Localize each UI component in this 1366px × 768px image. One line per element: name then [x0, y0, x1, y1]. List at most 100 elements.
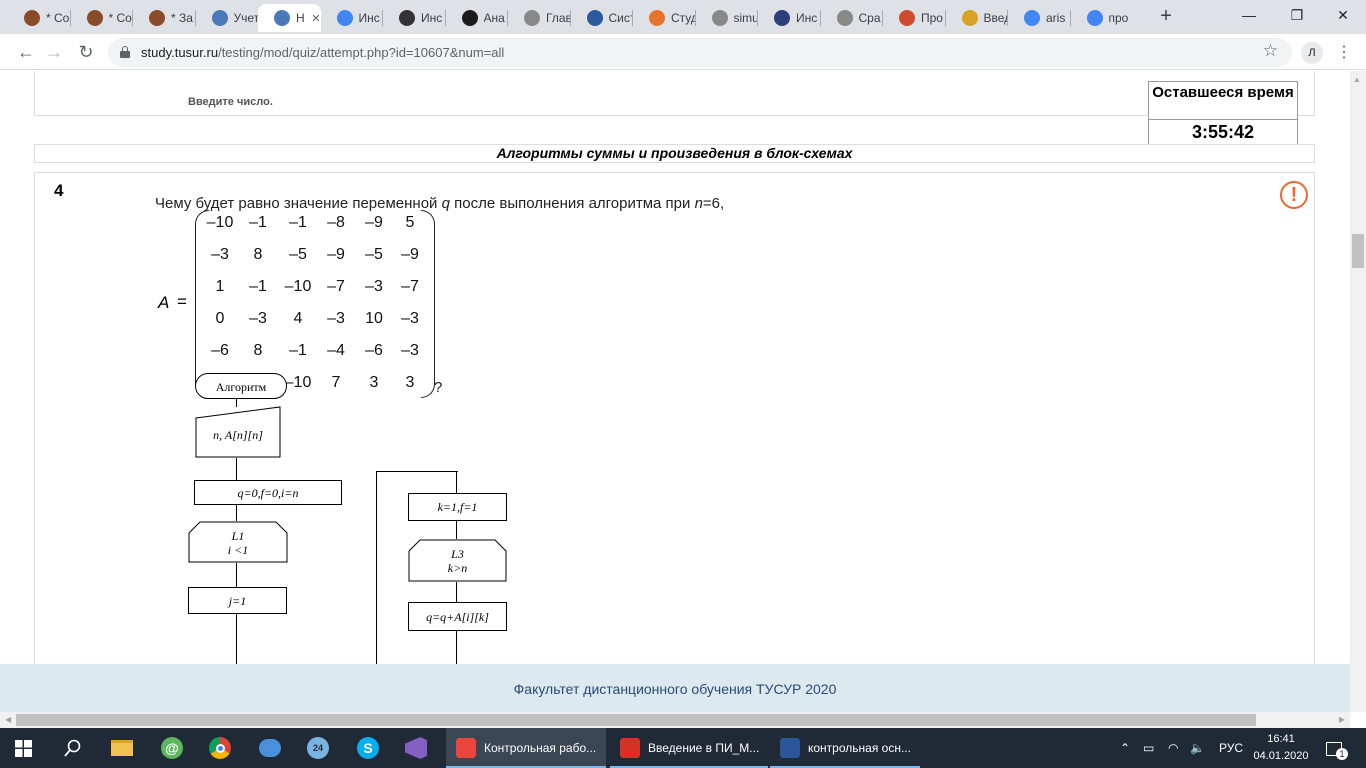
browser-tab[interactable]: simu: [696, 4, 759, 32]
scroll-up-arrow-icon[interactable]: ▲: [1353, 75, 1361, 84]
browser-tab[interactable]: Введ: [946, 4, 1009, 32]
back-button[interactable]: ←: [14, 40, 38, 64]
browser-tab[interactable]: aris: [1008, 4, 1071, 32]
timer-value: 3:55:42: [1191, 122, 1255, 142]
screen: + — ❐ ✕ * Co * Co * За Учет Н ✕ Инс Инс Ана Глав С…: [0, 0, 1366, 768]
app-24-icon[interactable]: 24: [304, 734, 332, 762]
browser-tab[interactable]: Н ✕: [258, 4, 321, 32]
new-tab-button[interactable]: +: [1156, 6, 1176, 26]
browser-tab[interactable]: Инс: [321, 4, 384, 32]
matrix-cell: 1: [215, 278, 225, 295]
windows-icon[interactable]: [15, 740, 32, 757]
notification-count: 1: [1336, 748, 1348, 760]
horizontal-scroll-thumb[interactable]: [16, 714, 1256, 726]
flowchart-set-kf: k=1,f=1: [408, 493, 507, 521]
flowchart-connector: [376, 471, 377, 664]
forward-button[interactable]: →: [42, 40, 66, 64]
flowchart-connector: [236, 458, 237, 480]
volume-icon[interactable]: 🔈: [1190, 728, 1205, 768]
bookmark-star-icon[interactable]: ☆: [1263, 41, 1278, 61]
browser-tab[interactable]: про: [1071, 4, 1134, 32]
reload-button[interactable]: ↻: [74, 40, 98, 64]
globe-icon: [711, 10, 728, 26]
question-mark: ?: [434, 379, 443, 396]
close-window-button[interactable]: ✕: [1320, 0, 1366, 30]
taskbar-app-label: Введение в ПИ_М...: [648, 741, 760, 755]
taskbar-app[interactable]: Контрольная рабо...: [446, 728, 606, 768]
matrix-cell: 0: [215, 310, 225, 327]
matrix-equals: =: [177, 292, 187, 311]
clock-date: 04.01.2020: [1253, 750, 1309, 762]
browser-tab[interactable]: Сра: [821, 4, 884, 32]
battery-icon[interactable]: ▭: [1143, 728, 1154, 768]
matrix-cell: –5: [289, 246, 307, 263]
vertical-scroll-thumb[interactable]: [1352, 234, 1364, 268]
flowchart-start: Алгоритм: [195, 373, 287, 399]
flag-question-icon[interactable]: !: [1280, 181, 1308, 209]
matrix-cell: –3: [365, 278, 383, 295]
url-path: /testing/mod/quiz/attempt.php?id=10607&n…: [218, 45, 505, 60]
matrix: –10 –1 –1 –8 –9 5 –3 8 –5 –9 –5 –9 1 –1 –10 –7 –3 –7 0 –3 4 –…: [195, 210, 435, 400]
language-indicator[interactable]: РУС: [1219, 728, 1243, 768]
matrix-cell: –5: [365, 246, 383, 263]
spy-glasses-icon: [86, 10, 103, 26]
tab-strip: + — ❐ ✕ * Co * Co * За Учет Н ✕ Инс Инс Ана Глав С…: [0, 0, 1366, 34]
monitor-icon: [586, 10, 603, 26]
browser-tab[interactable]: Инс: [758, 4, 821, 32]
browser-tab[interactable]: Сист: [571, 4, 634, 32]
browser-tab[interactable]: Инс: [383, 4, 446, 32]
matrix-right-paren: [421, 210, 435, 398]
flowchart-init: q=0,f=0,i=n: [194, 480, 342, 505]
cloud-app-icon[interactable]: [256, 734, 284, 762]
matrix-cell: 10: [365, 310, 383, 327]
browser-tab[interactable]: Ана: [446, 4, 509, 32]
tray-chevron-icon[interactable]: ⌃: [1120, 728, 1130, 768]
matrix-cell: –3: [327, 310, 345, 327]
wifi-icon[interactable]: ◠: [1168, 728, 1178, 768]
browser-tab[interactable]: Глав: [508, 4, 571, 32]
flowchart-connector: [456, 521, 457, 539]
horizontal-scrollbar[interactable]: ◀ ▶: [0, 712, 1350, 728]
profile-avatar[interactable]: Л: [1301, 42, 1323, 64]
close-tab-icon[interactable]: ✕: [311, 12, 320, 25]
browser-tab[interactable]: Про: [883, 4, 946, 32]
quiz-timer: Оставшееся время 3:55:42: [1148, 81, 1298, 145]
browser-tab[interactable]: * За: [133, 4, 196, 32]
matrix-cell: –10: [284, 278, 312, 295]
restore-button[interactable]: ❐: [1274, 0, 1320, 30]
browser-tab[interactable]: * Co: [71, 4, 134, 32]
file-explorer-icon[interactable]: [108, 734, 136, 762]
visual-studio-icon[interactable]: [402, 734, 430, 762]
flowchart-connector: [376, 471, 458, 472]
mail-at-icon[interactable]: @: [158, 734, 186, 762]
skype-icon[interactable]: S: [354, 734, 382, 762]
input-hint: Введите число.: [188, 96, 273, 108]
matrix-left-paren: [195, 210, 209, 398]
flowchart-loop1-text: L1 i <1: [188, 529, 288, 557]
loop1-name: L1: [231, 529, 245, 543]
notifications-icon[interactable]: 1: [1326, 728, 1348, 768]
flowchart-connector: [236, 505, 237, 521]
clock-time: 16:41: [1267, 733, 1295, 745]
matrix-cell: –3: [211, 246, 229, 263]
browser-tab[interactable]: * Co: [8, 4, 71, 32]
minimize-button[interactable]: —: [1226, 0, 1272, 30]
search-icon[interactable]: [64, 739, 82, 757]
taskbar-app[interactable]: контрольная осн...: [770, 728, 920, 768]
windows-taskbar: @ 24 S ⌃ ▭ ◠ 🔈 РУС 16:41 04.01.2020 1 Кон…: [0, 728, 1366, 768]
question-n: n: [694, 195, 703, 212]
browser-tab[interactable]: Учет: [196, 4, 259, 32]
chrome-taskbar-icon[interactable]: [206, 734, 234, 762]
scroll-left-arrow-icon[interactable]: ◀: [5, 715, 11, 724]
address-bar[interactable]: study.tusur.ru/testing/mod/quiz/attempt.…: [108, 38, 1292, 67]
globe-icon: [524, 10, 540, 26]
taskbar-app[interactable]: Введение в ПИ_М...: [610, 728, 768, 768]
browser-menu-icon[interactable]: ⋮: [1336, 42, 1352, 64]
scroll-right-arrow-icon[interactable]: ▶: [1339, 715, 1345, 724]
tab-label: Инс: [421, 11, 443, 25]
loop1-cond: i <1: [227, 543, 249, 557]
url-text[interactable]: study.tusur.ru/testing/mod/quiz/attempt.…: [141, 45, 504, 60]
vertical-scrollbar[interactable]: ▲: [1350, 71, 1366, 712]
browser-tab[interactable]: Студ: [633, 4, 696, 32]
taskbar-clock[interactable]: 16:41 04.01.2020: [1250, 731, 1312, 765]
